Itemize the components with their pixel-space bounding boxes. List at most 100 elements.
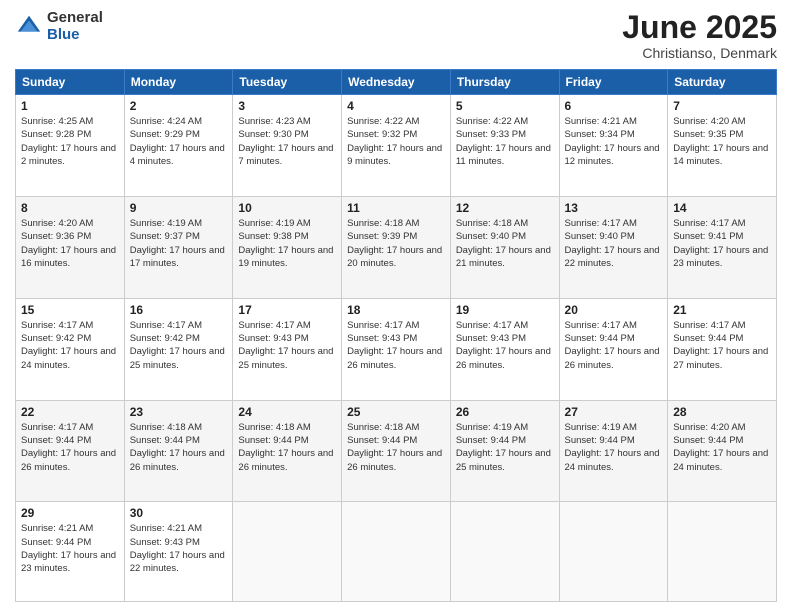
calendar-table: Sunday Monday Tuesday Wednesday Thursday… <box>15 69 777 602</box>
header-monday: Monday <box>124 70 233 95</box>
day-info: Sunrise: 4:17 AMSunset: 9:43 PMDaylight:… <box>456 320 551 371</box>
calendar-cell: 28 Sunrise: 4:20 AMSunset: 9:44 PMDaylig… <box>668 400 777 502</box>
day-info: Sunrise: 4:19 AMSunset: 9:44 PMDaylight:… <box>456 422 551 473</box>
day-number: 13 <box>565 201 663 215</box>
calendar-cell: 11 Sunrise: 4:18 AMSunset: 9:39 PMDaylig… <box>342 197 451 299</box>
day-number: 10 <box>238 201 336 215</box>
day-number: 17 <box>238 303 336 317</box>
calendar-cell <box>559 502 668 602</box>
calendar-cell: 27 Sunrise: 4:19 AMSunset: 9:44 PMDaylig… <box>559 400 668 502</box>
weekday-header-row: Sunday Monday Tuesday Wednesday Thursday… <box>16 70 777 95</box>
day-info: Sunrise: 4:17 AMSunset: 9:44 PMDaylight:… <box>565 320 660 371</box>
calendar-cell: 14 Sunrise: 4:17 AMSunset: 9:41 PMDaylig… <box>668 197 777 299</box>
day-number: 29 <box>21 506 119 520</box>
calendar-cell: 13 Sunrise: 4:17 AMSunset: 9:40 PMDaylig… <box>559 197 668 299</box>
day-info: Sunrise: 4:18 AMSunset: 9:40 PMDaylight:… <box>456 218 551 269</box>
calendar-cell <box>668 502 777 602</box>
title-block: June 2025 Christianso, Denmark <box>622 10 777 61</box>
day-info: Sunrise: 4:17 AMSunset: 9:43 PMDaylight:… <box>347 320 442 371</box>
calendar-cell: 6 Sunrise: 4:21 AMSunset: 9:34 PMDayligh… <box>559 95 668 197</box>
calendar-cell: 2 Sunrise: 4:24 AMSunset: 9:29 PMDayligh… <box>124 95 233 197</box>
header: General Blue June 2025 Christianso, Denm… <box>15 10 777 61</box>
day-info: Sunrise: 4:20 AMSunset: 9:36 PMDaylight:… <box>21 218 116 269</box>
day-info: Sunrise: 4:20 AMSunset: 9:35 PMDaylight:… <box>673 116 768 167</box>
day-info: Sunrise: 4:17 AMSunset: 9:43 PMDaylight:… <box>238 320 333 371</box>
day-number: 5 <box>456 99 554 113</box>
day-number: 27 <box>565 405 663 419</box>
calendar-cell: 3 Sunrise: 4:23 AMSunset: 9:30 PMDayligh… <box>233 95 342 197</box>
calendar-cell: 17 Sunrise: 4:17 AMSunset: 9:43 PMDaylig… <box>233 298 342 400</box>
day-number: 16 <box>130 303 228 317</box>
day-info: Sunrise: 4:20 AMSunset: 9:44 PMDaylight:… <box>673 422 768 473</box>
day-number: 15 <box>21 303 119 317</box>
day-info: Sunrise: 4:18 AMSunset: 9:39 PMDaylight:… <box>347 218 442 269</box>
header-sunday: Sunday <box>16 70 125 95</box>
calendar-cell: 19 Sunrise: 4:17 AMSunset: 9:43 PMDaylig… <box>450 298 559 400</box>
day-info: Sunrise: 4:17 AMSunset: 9:40 PMDaylight:… <box>565 218 660 269</box>
calendar-cell: 21 Sunrise: 4:17 AMSunset: 9:44 PMDaylig… <box>668 298 777 400</box>
day-number: 19 <box>456 303 554 317</box>
calendar-cell: 1 Sunrise: 4:25 AMSunset: 9:28 PMDayligh… <box>16 95 125 197</box>
day-info: Sunrise: 4:17 AMSunset: 9:42 PMDaylight:… <box>21 320 116 371</box>
day-info: Sunrise: 4:21 AMSunset: 9:34 PMDaylight:… <box>565 116 660 167</box>
day-number: 9 <box>130 201 228 215</box>
calendar-cell <box>450 502 559 602</box>
calendar-cell: 5 Sunrise: 4:22 AMSunset: 9:33 PMDayligh… <box>450 95 559 197</box>
calendar-cell: 8 Sunrise: 4:20 AMSunset: 9:36 PMDayligh… <box>16 197 125 299</box>
day-number: 23 <box>130 405 228 419</box>
calendar-cell: 16 Sunrise: 4:17 AMSunset: 9:42 PMDaylig… <box>124 298 233 400</box>
header-friday: Friday <box>559 70 668 95</box>
day-info: Sunrise: 4:21 AMSunset: 9:43 PMDaylight:… <box>130 523 225 574</box>
logo-general-text: General <box>47 10 103 27</box>
day-number: 14 <box>673 201 771 215</box>
day-number: 20 <box>565 303 663 317</box>
calendar-cell: 18 Sunrise: 4:17 AMSunset: 9:43 PMDaylig… <box>342 298 451 400</box>
calendar-cell: 4 Sunrise: 4:22 AMSunset: 9:32 PMDayligh… <box>342 95 451 197</box>
day-number: 12 <box>456 201 554 215</box>
logo-blue-text: Blue <box>47 27 103 44</box>
day-number: 30 <box>130 506 228 520</box>
day-number: 1 <box>21 99 119 113</box>
day-number: 28 <box>673 405 771 419</box>
calendar-cell: 15 Sunrise: 4:17 AMSunset: 9:42 PMDaylig… <box>16 298 125 400</box>
day-number: 6 <box>565 99 663 113</box>
day-info: Sunrise: 4:21 AMSunset: 9:44 PMDaylight:… <box>21 523 116 574</box>
day-info: Sunrise: 4:17 AMSunset: 9:44 PMDaylight:… <box>21 422 116 473</box>
day-number: 26 <box>456 405 554 419</box>
page: General Blue June 2025 Christianso, Denm… <box>0 0 792 612</box>
day-info: Sunrise: 4:18 AMSunset: 9:44 PMDaylight:… <box>238 422 333 473</box>
day-number: 7 <box>673 99 771 113</box>
day-info: Sunrise: 4:22 AMSunset: 9:32 PMDaylight:… <box>347 116 442 167</box>
day-info: Sunrise: 4:22 AMSunset: 9:33 PMDaylight:… <box>456 116 551 167</box>
calendar-cell: 22 Sunrise: 4:17 AMSunset: 9:44 PMDaylig… <box>16 400 125 502</box>
day-info: Sunrise: 4:17 AMSunset: 9:42 PMDaylight:… <box>130 320 225 371</box>
calendar-cell: 10 Sunrise: 4:19 AMSunset: 9:38 PMDaylig… <box>233 197 342 299</box>
day-number: 18 <box>347 303 445 317</box>
day-number: 21 <box>673 303 771 317</box>
day-number: 4 <box>347 99 445 113</box>
day-number: 22 <box>21 405 119 419</box>
calendar-cell: 24 Sunrise: 4:18 AMSunset: 9:44 PMDaylig… <box>233 400 342 502</box>
title-location: Christianso, Denmark <box>622 45 777 61</box>
title-month: June 2025 <box>622 10 777 45</box>
day-info: Sunrise: 4:17 AMSunset: 9:41 PMDaylight:… <box>673 218 768 269</box>
calendar-cell: 23 Sunrise: 4:18 AMSunset: 9:44 PMDaylig… <box>124 400 233 502</box>
header-wednesday: Wednesday <box>342 70 451 95</box>
day-number: 3 <box>238 99 336 113</box>
header-thursday: Thursday <box>450 70 559 95</box>
calendar-cell: 29 Sunrise: 4:21 AMSunset: 9:44 PMDaylig… <box>16 502 125 602</box>
day-info: Sunrise: 4:23 AMSunset: 9:30 PMDaylight:… <box>238 116 333 167</box>
calendar-cell: 26 Sunrise: 4:19 AMSunset: 9:44 PMDaylig… <box>450 400 559 502</box>
header-saturday: Saturday <box>668 70 777 95</box>
calendar-cell: 12 Sunrise: 4:18 AMSunset: 9:40 PMDaylig… <box>450 197 559 299</box>
day-info: Sunrise: 4:25 AMSunset: 9:28 PMDaylight:… <box>21 116 116 167</box>
calendar-cell: 9 Sunrise: 4:19 AMSunset: 9:37 PMDayligh… <box>124 197 233 299</box>
day-number: 11 <box>347 201 445 215</box>
day-info: Sunrise: 4:17 AMSunset: 9:44 PMDaylight:… <box>673 320 768 371</box>
calendar-cell <box>233 502 342 602</box>
day-info: Sunrise: 4:19 AMSunset: 9:44 PMDaylight:… <box>565 422 660 473</box>
header-tuesday: Tuesday <box>233 70 342 95</box>
calendar-cell: 20 Sunrise: 4:17 AMSunset: 9:44 PMDaylig… <box>559 298 668 400</box>
day-info: Sunrise: 4:19 AMSunset: 9:37 PMDaylight:… <box>130 218 225 269</box>
day-info: Sunrise: 4:24 AMSunset: 9:29 PMDaylight:… <box>130 116 225 167</box>
